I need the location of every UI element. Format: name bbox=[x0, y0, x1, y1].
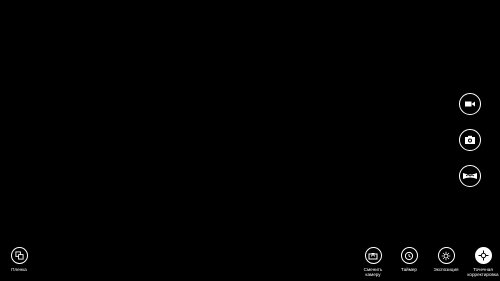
camera-viewfinder[interactable] bbox=[0, 0, 500, 281]
timer-button[interactable]: Таймер bbox=[396, 247, 422, 272]
camera-roll-button[interactable]: Пленка bbox=[6, 247, 32, 272]
timer-label: Таймер bbox=[401, 267, 417, 272]
panorama-icon bbox=[459, 165, 481, 187]
switch-camera-icon bbox=[364, 247, 382, 264]
camera-roll-label: Пленка bbox=[11, 267, 27, 272]
camera-roll-icon bbox=[10, 247, 28, 264]
exposure-label: Экспозиция bbox=[433, 267, 459, 272]
exposure-icon bbox=[437, 247, 455, 264]
timer-icon bbox=[400, 247, 418, 264]
video-camera-icon bbox=[459, 93, 481, 115]
focus-label: Точечная корректировка bbox=[467, 267, 499, 278]
photo-mode-button[interactable] bbox=[459, 129, 481, 151]
video-mode-button[interactable] bbox=[459, 93, 481, 115]
panorama-mode-button[interactable] bbox=[459, 165, 481, 187]
switch-camera-button[interactable]: Сменить камеру bbox=[360, 247, 386, 278]
exposure-button[interactable]: Экспозиция bbox=[429, 247, 463, 272]
switch-camera-label: Сменить камеру bbox=[363, 267, 383, 278]
photo-camera-icon bbox=[459, 129, 481, 151]
focus-icon bbox=[474, 247, 492, 264]
focus-button[interactable]: Точечная корректировка bbox=[466, 247, 500, 278]
